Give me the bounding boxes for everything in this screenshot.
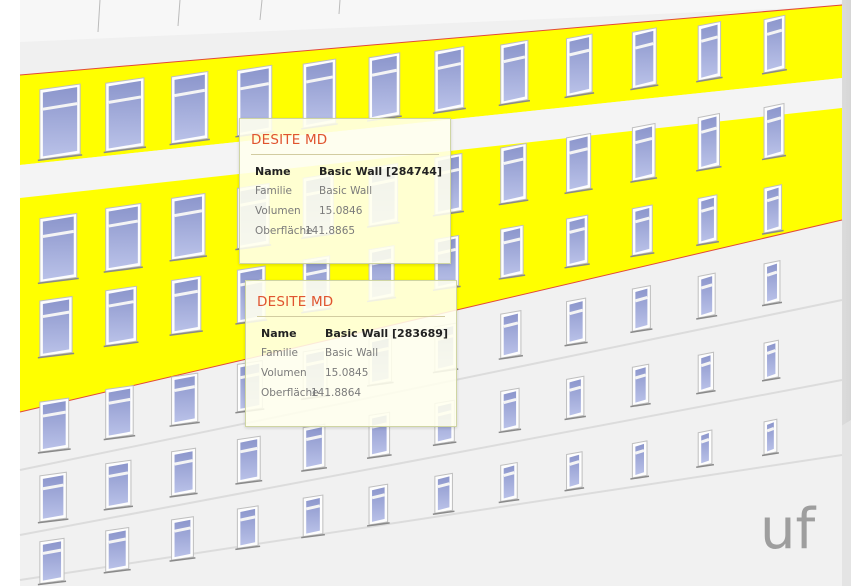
window-glass <box>701 276 713 315</box>
window-glass <box>42 541 62 581</box>
window-glass <box>108 289 134 343</box>
window-glass <box>569 136 588 190</box>
tooltip-key: Familie <box>255 185 292 197</box>
3d-viewport[interactable]: uf DESITE MD Name Basic Wall [284744] Fa… <box>0 0 851 586</box>
window-glass <box>503 465 515 499</box>
window-glass <box>635 288 648 329</box>
window-glass <box>503 43 525 102</box>
tooltip-key: Familie <box>261 347 298 359</box>
window-glass <box>174 519 191 558</box>
window-glass <box>174 74 205 141</box>
window-glass <box>108 206 138 269</box>
window-glass <box>240 508 256 546</box>
tooltip-value: Basic Wall <box>319 185 373 197</box>
tooltip-value: Basic Wall [284744] <box>319 165 442 178</box>
tooltip-key: Name <box>261 327 297 340</box>
window-glass <box>42 401 66 449</box>
tooltip-row-familie: Familie Basic Wall <box>240 181 450 201</box>
tooltip-title: DESITE MD <box>251 132 328 148</box>
tooltip-key: Volumen <box>261 367 307 379</box>
window-glass <box>372 55 397 118</box>
tooltip-wall-284744: DESITE MD Name Basic Wall [284744] Famil… <box>239 118 451 264</box>
window-glass <box>767 422 774 452</box>
window-glass <box>306 498 320 534</box>
tooltip-value: Basic Wall [283689] <box>325 327 448 340</box>
window-glass <box>701 116 717 167</box>
tooltip-key: Oberfläche <box>255 225 313 237</box>
window-glass <box>701 355 711 390</box>
window-glass <box>42 299 70 354</box>
window-glass <box>635 207 650 253</box>
window-glass <box>767 106 781 156</box>
window-glass <box>569 218 585 264</box>
tooltip-row-oberflaeche: Oberfläche 141.8865 <box>240 221 450 241</box>
window-glass <box>503 146 524 201</box>
tooltip-value: 15.0846 <box>319 205 363 217</box>
window-glass <box>701 24 718 78</box>
window-glass <box>306 62 333 125</box>
window-glass <box>503 313 518 356</box>
tooltip-value: 141.8865 <box>305 225 356 237</box>
tooltip-row-volumen: Volumen 15.0846 <box>240 201 450 221</box>
tooltip-value: 141.8864 <box>311 387 362 399</box>
window-glass <box>42 216 74 280</box>
watermark-text: uf <box>760 497 816 562</box>
window-glass <box>569 37 590 94</box>
window-glass <box>767 263 777 302</box>
window-glass <box>635 126 653 179</box>
window-glass <box>503 228 521 276</box>
window-glass <box>108 80 141 149</box>
window-glass <box>108 463 128 506</box>
window-glass <box>174 376 195 423</box>
tooltip-row-name: Name Basic Wall [284744] <box>240 161 450 181</box>
window-glass <box>701 433 709 464</box>
window-glass <box>42 475 64 519</box>
tooltip-row-oberflaeche: Oberfläche 141.8864 <box>246 383 456 403</box>
tooltip-row-familie: Familie Basic Wall <box>246 343 456 363</box>
window-glass <box>437 476 450 511</box>
tooltip-key: Oberfläche <box>261 387 319 399</box>
window-glass <box>437 49 461 110</box>
window-glass <box>569 301 583 342</box>
window-glass <box>635 30 654 86</box>
window-glass <box>767 18 782 70</box>
tooltip-row-volumen: Volumen 15.0845 <box>246 363 456 383</box>
window-glass <box>767 187 779 231</box>
tooltip-key: Volumen <box>255 205 301 217</box>
tooltip-key: Name <box>255 165 291 178</box>
window-glass <box>635 443 644 475</box>
tooltip-title: DESITE MD <box>257 294 334 310</box>
window-glass <box>767 343 776 377</box>
window-glass <box>701 197 714 242</box>
window-glass <box>108 388 131 436</box>
window-glass <box>372 487 385 522</box>
tooltip-value: Basic Wall <box>325 347 379 359</box>
window-glass <box>174 451 193 493</box>
window-glass <box>503 391 517 429</box>
window-glass <box>174 196 202 257</box>
window-glass <box>42 87 78 157</box>
tooltip-row-name: Name Basic Wall [283689] <box>246 323 456 343</box>
window-glass <box>240 439 258 481</box>
window-glass <box>569 454 580 487</box>
window-glass <box>635 367 646 403</box>
window-glass <box>306 427 322 468</box>
window-glass <box>108 530 126 569</box>
window-glass <box>569 379 581 416</box>
tooltip-value: 15.0845 <box>325 367 369 379</box>
window-glass <box>174 279 198 332</box>
tooltip-wall-283689: DESITE MD Name Basic Wall [283689] Famil… <box>245 280 457 427</box>
